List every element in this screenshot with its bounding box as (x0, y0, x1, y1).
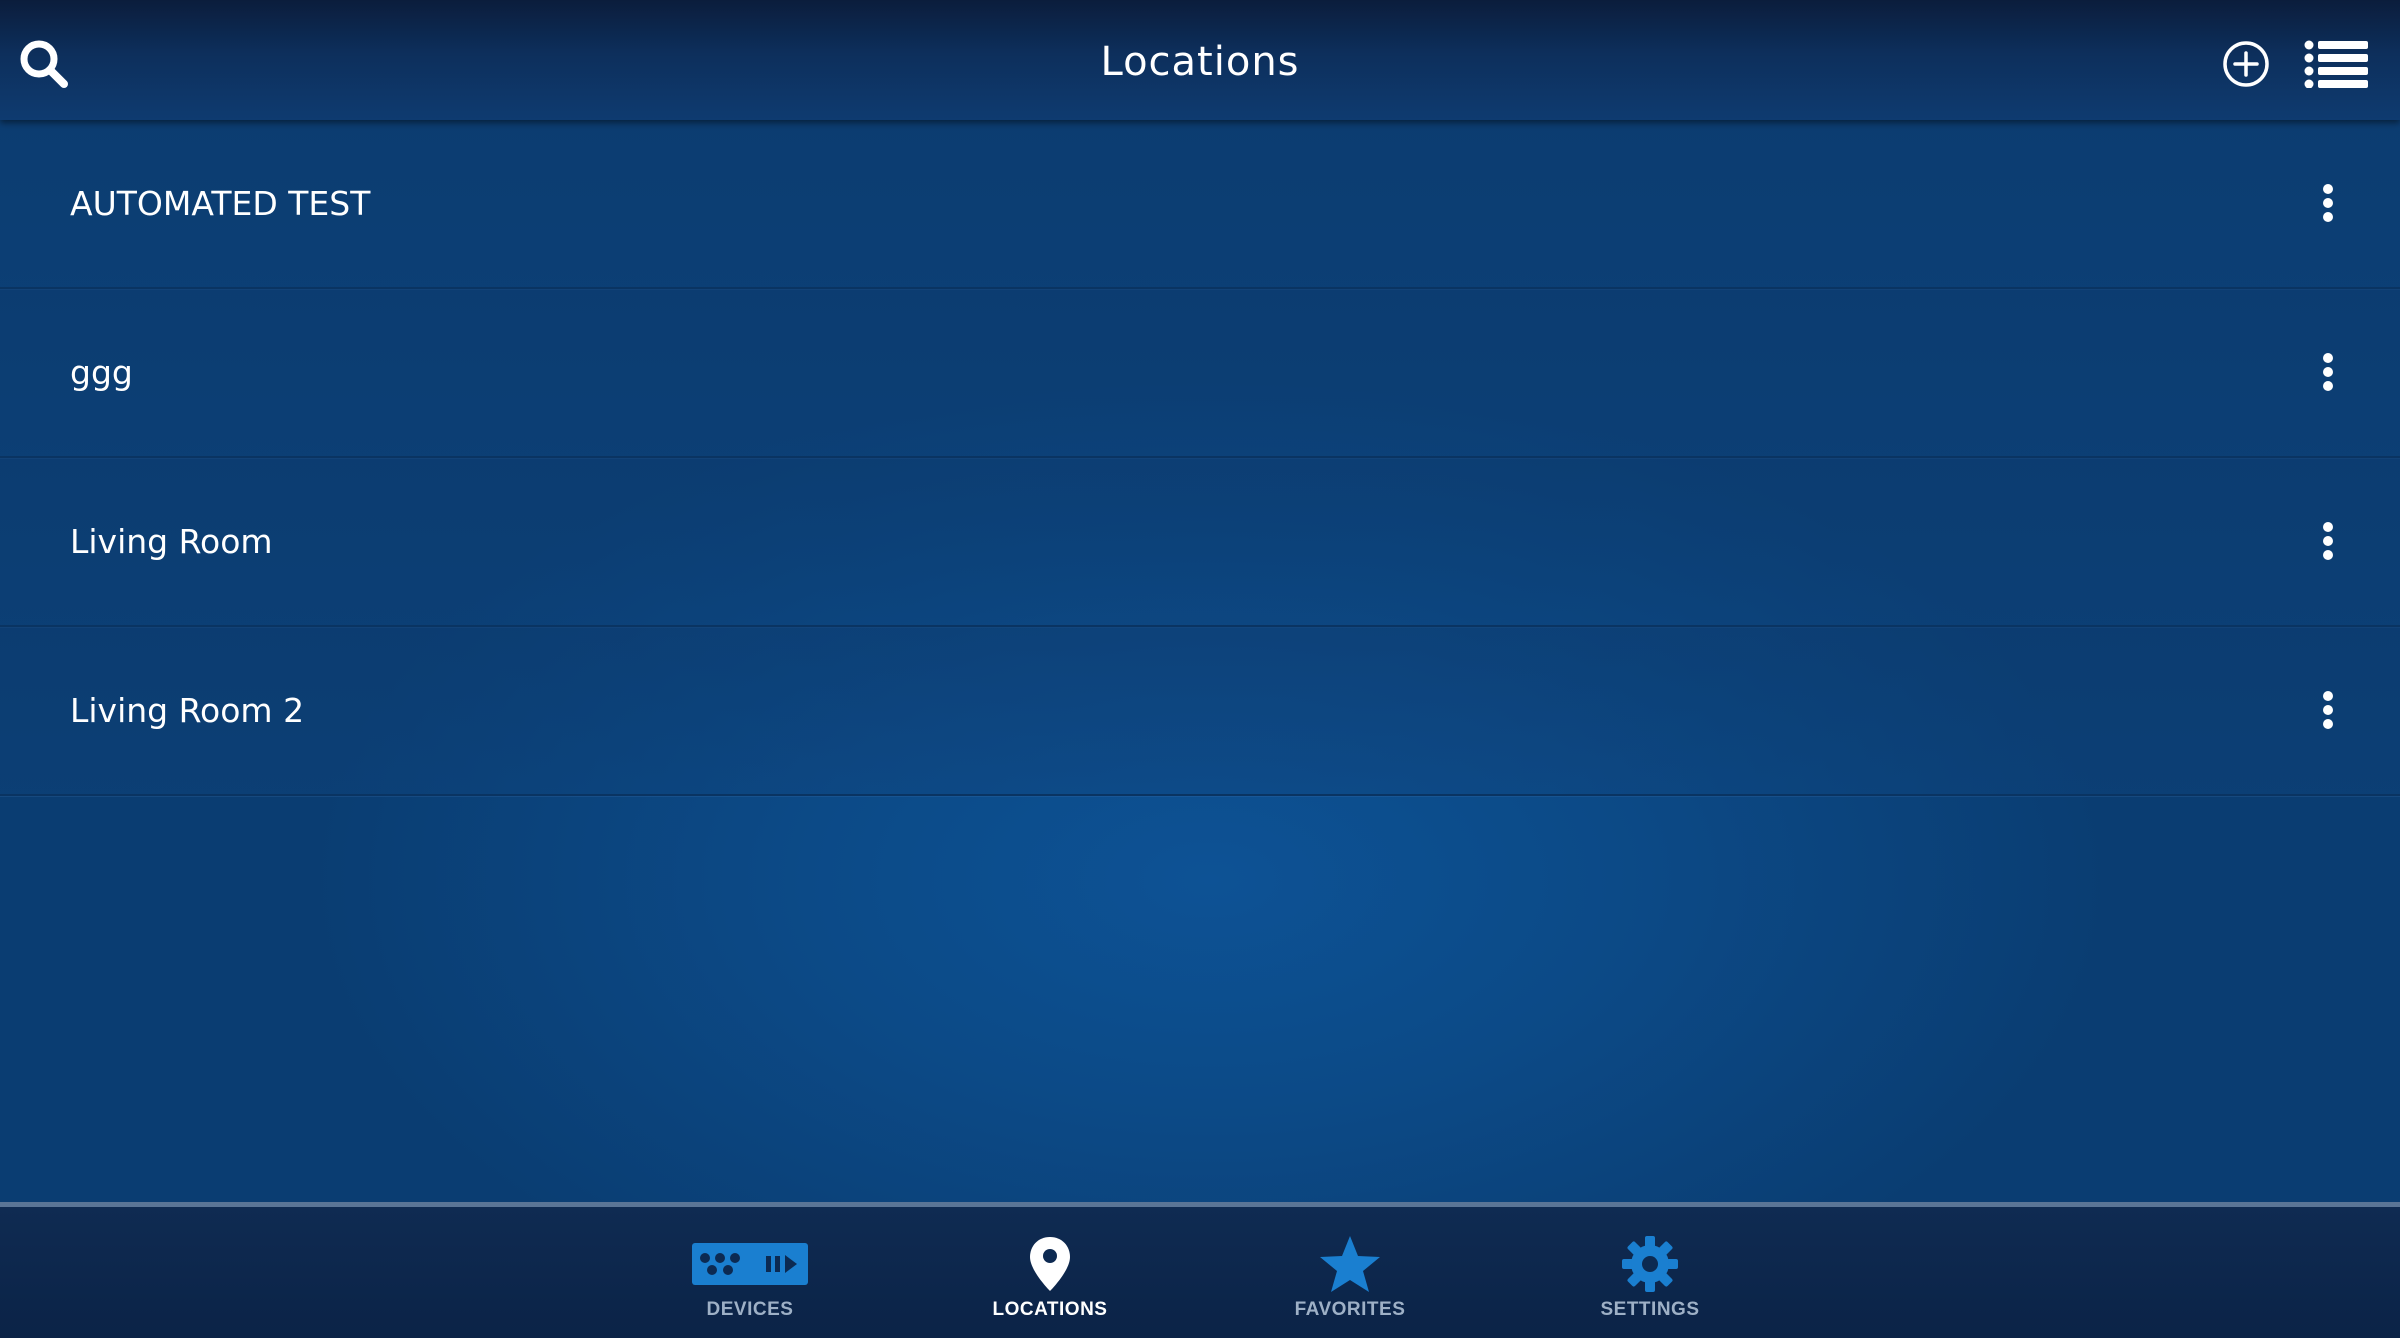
more-options-icon[interactable] (2300, 516, 2356, 566)
list-icon[interactable] (2304, 38, 2370, 89)
remote-device-icon (650, 1232, 850, 1296)
bottom-tab-bar: DEVICES LOCATIONS FAVORITES SETTINGS (0, 1202, 2400, 1338)
tab-label: LOCATIONS (992, 1299, 1108, 1320)
plus-circle-icon[interactable] (2218, 36, 2274, 92)
location-row[interactable]: ggg (0, 289, 2400, 458)
tab-favorites[interactable]: FAVORITES (1250, 1207, 1450, 1338)
more-options-icon[interactable] (2300, 178, 2356, 228)
location-row[interactable]: Living Room (0, 458, 2400, 627)
tab-label: FAVORITES (1294, 1299, 1406, 1320)
tab-devices[interactable]: DEVICES (650, 1207, 850, 1338)
top-app-bar: Locations (0, 0, 2400, 120)
location-pin-icon (950, 1232, 1150, 1296)
locations-list: AUTOMATED TEST ggg Living Room Living Ro… (0, 120, 2400, 796)
location-row[interactable]: AUTOMATED TEST (0, 120, 2400, 289)
gear-icon (1550, 1232, 1750, 1296)
location-name: Living Room (70, 522, 273, 561)
tab-settings[interactable]: SETTINGS (1550, 1207, 1750, 1338)
tab-label: DEVICES (706, 1299, 794, 1320)
location-name: ggg (70, 353, 133, 392)
tab-label: SETTINGS (1600, 1299, 1700, 1320)
location-name: AUTOMATED TEST (70, 184, 371, 223)
location-name: Living Room 2 (70, 691, 305, 730)
page-title: Locations (1100, 39, 1300, 85)
more-options-icon[interactable] (2300, 685, 2356, 735)
star-icon (1250, 1232, 1450, 1296)
more-options-icon[interactable] (2300, 347, 2356, 397)
location-row[interactable]: Living Room 2 (0, 627, 2400, 796)
tab-locations[interactable]: LOCATIONS (950, 1207, 1150, 1338)
